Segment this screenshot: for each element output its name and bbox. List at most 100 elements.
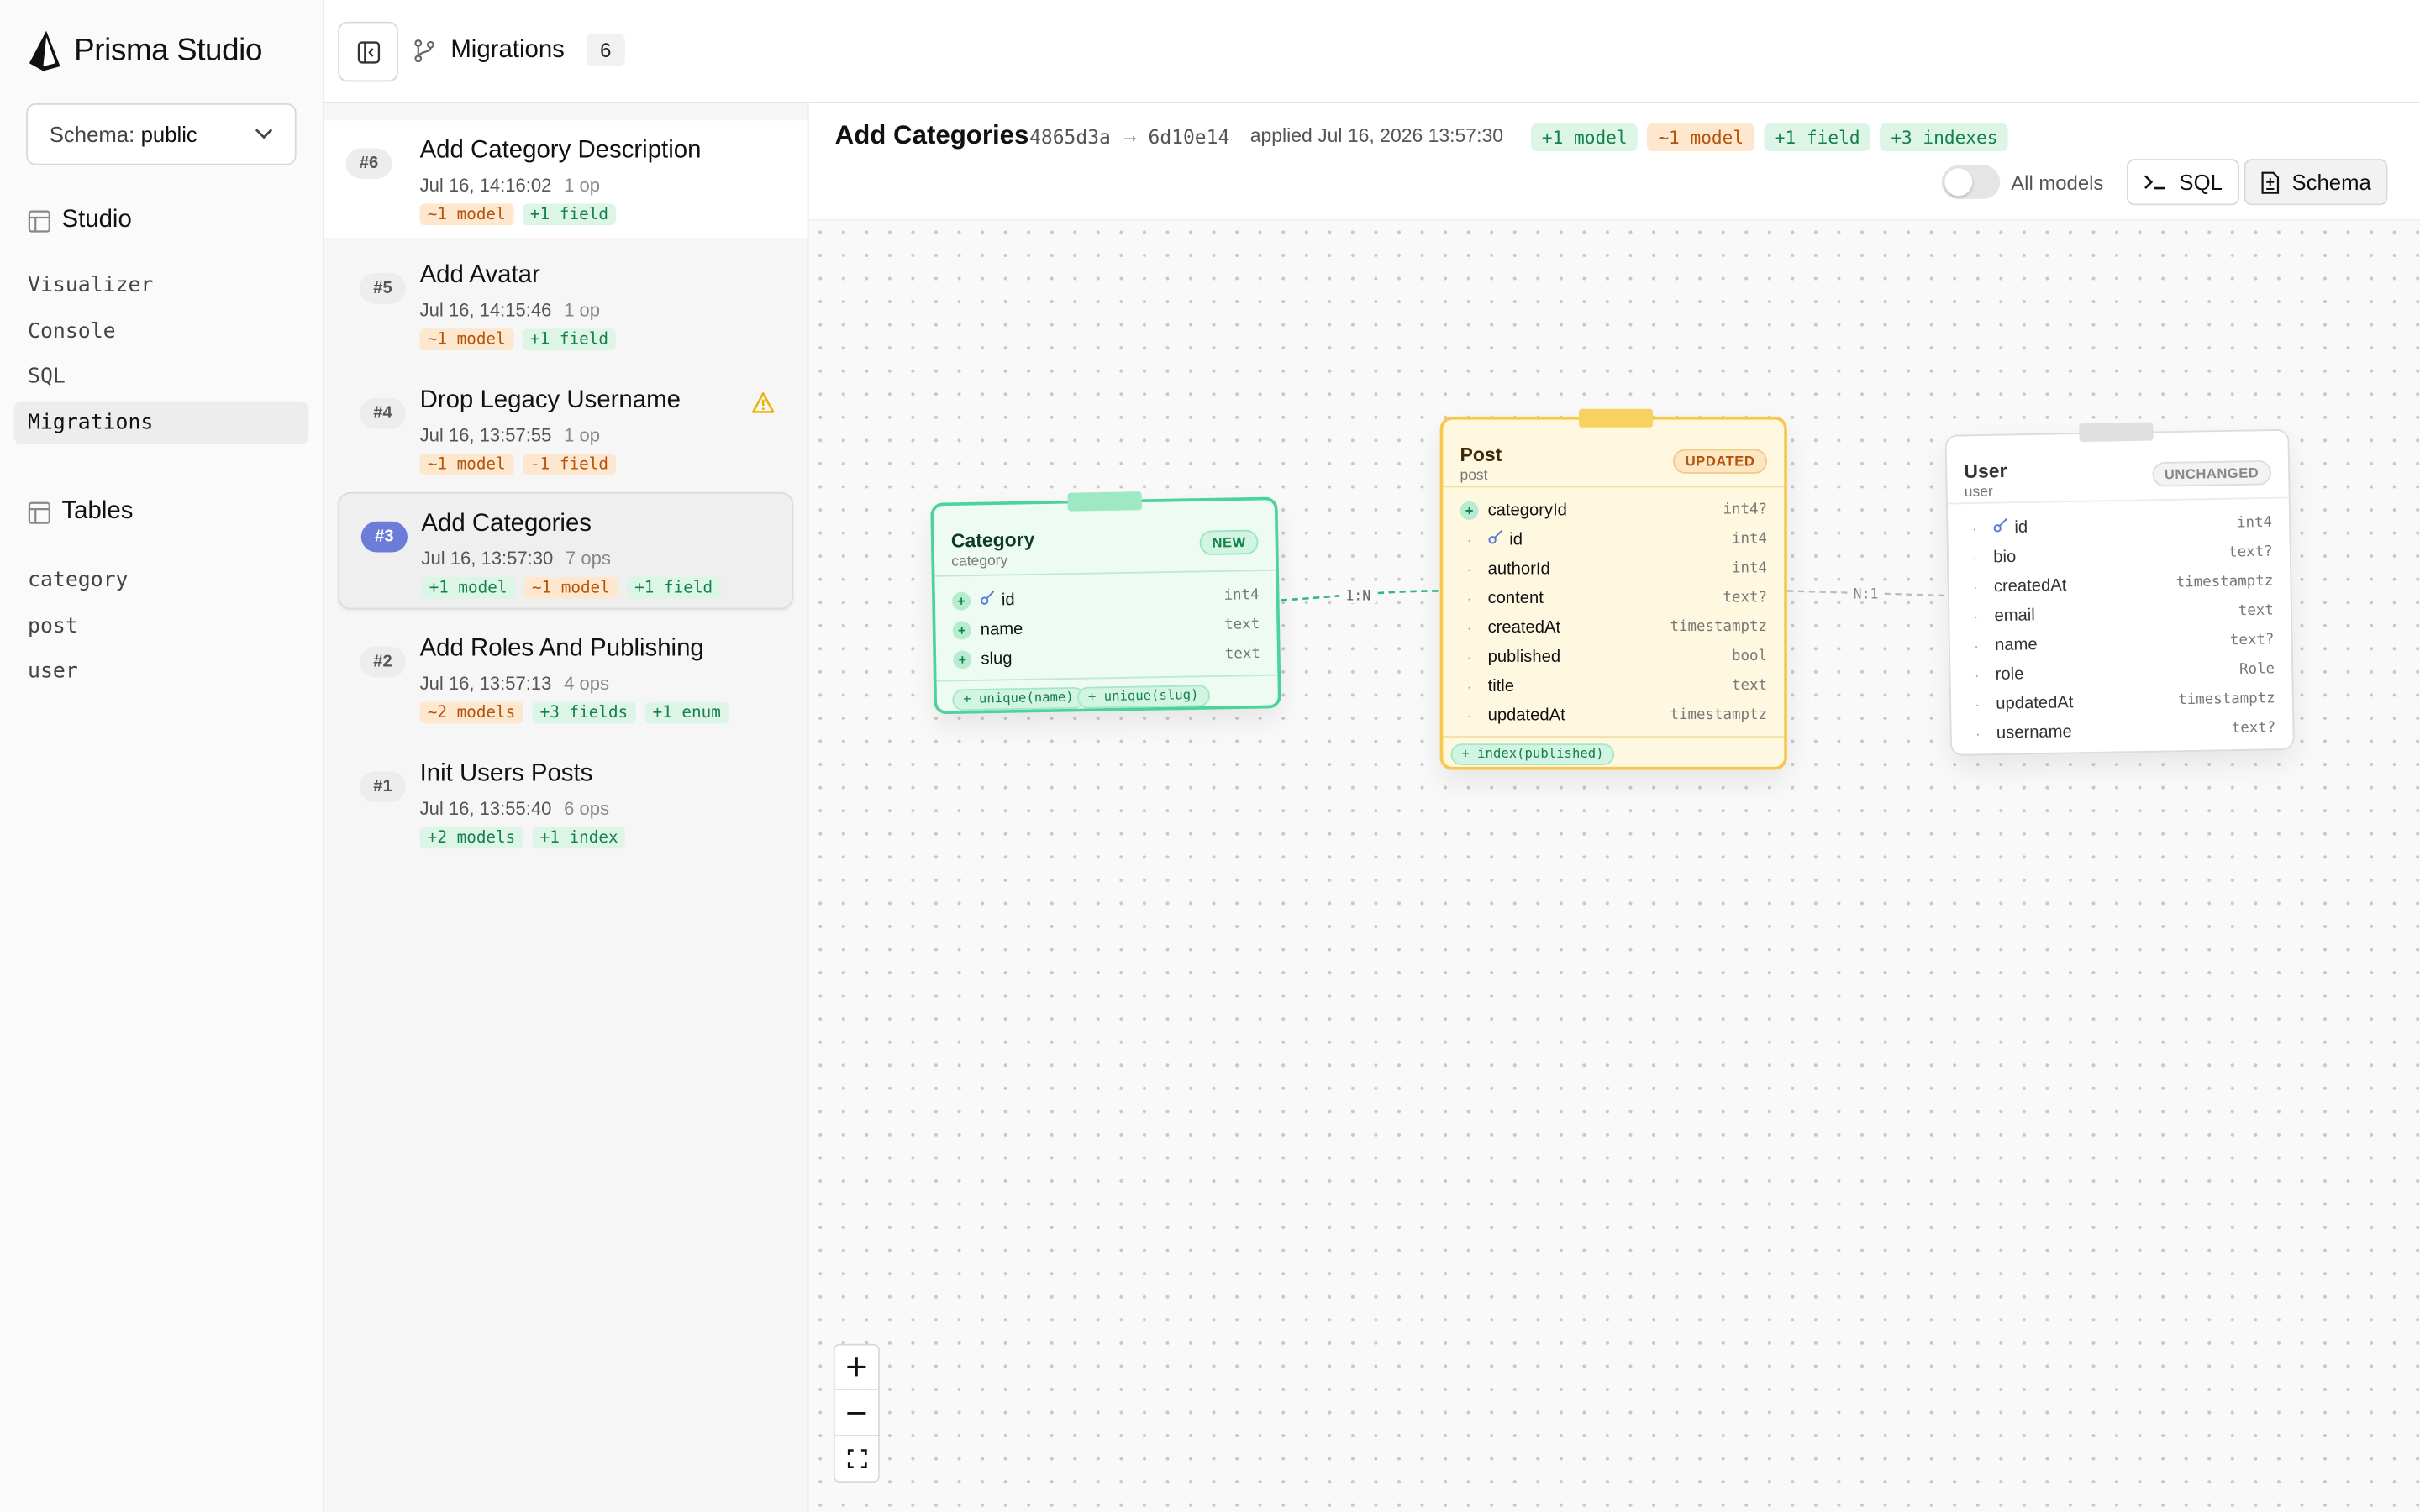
migration-number: #4 (359, 397, 407, 429)
unchanged-dot-icon: · (1466, 531, 1472, 548)
unchanged-dot-icon: · (1974, 666, 1980, 683)
model-card-user[interactable]: User user UNCHANGED · id int4 · bio text… (1944, 422, 2295, 756)
unchanged-dot-icon: · (1466, 648, 1472, 664)
table-icon (28, 209, 50, 232)
unchanged-dot-icon: · (1975, 725, 1981, 741)
migration-title: Init Users Posts (419, 760, 593, 787)
field-row: + categoryId int4? (1460, 496, 1767, 525)
relation-label: 1:N (1345, 587, 1370, 603)
change-tag: +1 enum (644, 701, 729, 724)
migration-meta: Jul 16, 13:57:30 7 ops (421, 548, 611, 570)
field-row: · content text? (1460, 583, 1767, 612)
added-icon: + (1460, 501, 1479, 520)
change-tag: +1 model (421, 576, 515, 599)
change-tag: +1 index (532, 827, 626, 849)
unchanged-dot-icon: · (1466, 678, 1472, 694)
card-tape (1067, 491, 1143, 512)
change-tag: ~1 model (419, 328, 513, 350)
git-branch-icon (414, 39, 434, 62)
arrow-right-icon: → (1120, 124, 1140, 147)
schema-select[interactable]: Schema: public (26, 103, 297, 165)
migrations-title: Migrations (450, 36, 565, 63)
migrations-header: Migrations 6 (412, 34, 625, 66)
all-models-label: All models (2011, 171, 2104, 195)
field-row: · authorId int4 (1460, 554, 1767, 583)
field-row: · updatedAt timestamptz (1460, 701, 1767, 730)
model-table-name: user (1964, 483, 1993, 501)
migration-item-3[interactable]: #3 Add Categories Jul 16, 13:57:30 7 ops … (338, 491, 794, 610)
card-tape (2079, 422, 2154, 443)
migration-item-2[interactable]: #2 Add Roles And Publishing Jul 16, 13:5… (338, 619, 793, 737)
migration-title: Add Roles And Publishing (419, 635, 704, 662)
table-item-post[interactable]: post (14, 605, 309, 648)
table-item-category[interactable]: category (14, 559, 309, 601)
sidebar: Prisma Studio Schema: public Studio Visu… (0, 0, 324, 1512)
field-row: · id int4 (1460, 524, 1767, 554)
model-table-name: category (951, 552, 1008, 571)
change-tag: ~1 model (523, 576, 618, 599)
all-models-toggle[interactable] (1941, 165, 2001, 199)
sidebar-toggle-button[interactable] (338, 21, 398, 82)
migration-meta: Jul 16, 13:57:55 1 op (419, 424, 601, 446)
index-tag: + unique(name) (952, 686, 1085, 711)
file-icon (2261, 171, 2280, 193)
card-divider (1443, 736, 1785, 738)
nav-item-console[interactable]: Console (14, 310, 309, 353)
field-row: · published bool (1460, 642, 1767, 671)
schema-canvas[interactable]: 1:N N:1 Category category NEW + id int4 … (808, 220, 2420, 1512)
migration-title: Drop Legacy Username (419, 387, 681, 414)
unchanged-dot-icon: · (1971, 520, 1977, 536)
migration-title: Add Categories (421, 510, 592, 538)
fit-screen-icon (846, 1449, 866, 1468)
status-badge: NEW (1199, 529, 1259, 556)
unchanged-dot-icon: · (1466, 707, 1472, 723)
nav-item-sql[interactable]: SQL (14, 354, 309, 397)
field-row: · title text (1460, 671, 1767, 701)
card-divider (936, 674, 1278, 682)
chevron-down-icon (255, 129, 273, 139)
migration-item-1[interactable]: #1 Init Users Posts Jul 16, 13:55:40 6 op… (338, 743, 793, 861)
sidebar-collapse-icon (356, 40, 380, 63)
added-icon: + (951, 591, 971, 610)
model-card-category[interactable]: Category category NEW + id int4 + name t… (930, 491, 1281, 715)
index-tag: + index(published) (1450, 743, 1615, 766)
table-item-user[interactable]: user (14, 649, 309, 692)
migration-meta: Jul 16, 14:15:46 1 op (419, 299, 601, 322)
migration-list: #6 Add Category Description Jul 16, 14:1… (324, 103, 809, 1512)
terminal-icon (2144, 175, 2165, 190)
fit-view-button[interactable] (833, 1436, 880, 1483)
change-tag: +3 indexes (1880, 123, 2009, 151)
model-card-post[interactable]: Post post UPDATED + categoryId int4? · i… (1439, 408, 1787, 770)
change-tag: ~1 model (1647, 123, 1754, 151)
key-icon (1992, 517, 2008, 538)
card-divider (1947, 496, 2289, 505)
schema-button[interactable]: Schema (2244, 159, 2389, 206)
sql-button[interactable]: SQL (2126, 159, 2240, 206)
added-icon: + (952, 620, 971, 639)
zoom-in-button[interactable] (833, 1343, 880, 1390)
detail-tags: +1 model ~1 model +1 field +3 indexes (1531, 123, 2009, 151)
migration-tags: +2 models +1 index (419, 827, 626, 849)
applied-timestamp: applied Jul 16, 2026 13:57:30 (1249, 124, 1504, 147)
detail-title: Add Categories (834, 120, 1029, 150)
added-icon: + (953, 649, 972, 669)
change-tag: +3 fields (532, 701, 636, 724)
minus-icon (847, 1411, 866, 1414)
migration-meta: Jul 16, 13:55:40 6 ops (419, 797, 610, 820)
zoom-out-button[interactable] (833, 1389, 880, 1436)
migration-item-4[interactable]: #4 Drop Legacy Username Jul 16, 13:57:55… (338, 370, 793, 488)
nav-item-visualizer[interactable]: Visualizer (14, 264, 309, 307)
change-tag: ~1 model (419, 453, 513, 475)
unchanged-dot-icon: · (1466, 619, 1472, 635)
change-tag: +1 model (1531, 123, 1639, 151)
warning-icon (752, 392, 775, 413)
card-tape (1578, 408, 1654, 428)
migration-item-5[interactable]: #5 Add Avatar Jul 16, 14:15:46 1 op ~1 mo… (338, 245, 793, 363)
migration-detail-header: Add Categories 4865d3a → 6d10e14 applied… (808, 103, 2420, 221)
brand[interactable]: Prisma Studio (28, 28, 262, 74)
migration-item-6[interactable]: #6 Add Category Description Jul 16, 14:1… (324, 120, 808, 238)
plus-icon (847, 1357, 866, 1377)
unchanged-dot-icon: · (1972, 578, 1978, 595)
unchanged-dot-icon: · (1975, 696, 1981, 711)
nav-item-migrations[interactable]: Migrations (13, 401, 309, 444)
